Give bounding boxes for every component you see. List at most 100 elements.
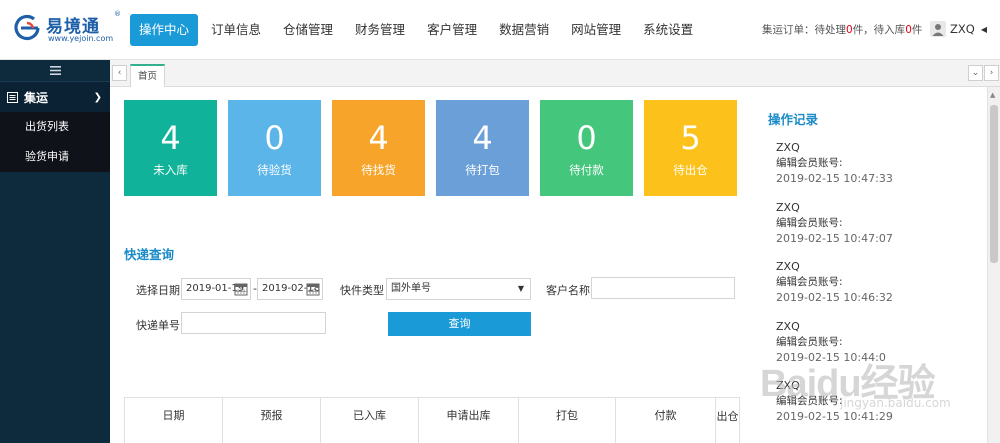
stats-table: 日期 预报 已入库 申请出库 打包 付款 出仓 (124, 397, 740, 443)
tab-dropdown[interactable]: ⌄ (968, 65, 983, 81)
record-action: 编辑会员账号: (776, 336, 843, 348)
nav-finance[interactable]: 财务管理 (346, 14, 414, 46)
type-select[interactable]: 国外单号 ▼ (386, 278, 531, 300)
user-name: ZXQ (950, 22, 975, 36)
nav-website[interactable]: 网站管理 (562, 14, 630, 46)
query-button[interactable]: 查询 (388, 312, 531, 336)
stat-label: 待付款 (569, 163, 604, 177)
type-label: 快件类型 (340, 284, 384, 297)
stat-card-pending-payment[interactable]: 0 待付款 (540, 100, 633, 196)
table-header-forecast: 预报 (223, 398, 321, 443)
express-query-title: 快递查询 (124, 247, 175, 262)
table-header-date: 日期 (125, 398, 223, 443)
record-user: ZXQ (776, 260, 800, 273)
nav-customer[interactable]: 客户管理 (418, 14, 486, 46)
user-menu[interactable]: ZXQ ◀ (930, 20, 987, 38)
stat-card-pending-packing[interactable]: 4 待打包 (436, 100, 529, 196)
nav-operation-center[interactable]: 操作中心 (130, 14, 199, 46)
operation-records-title: 操作记录 (768, 112, 819, 127)
watermark-url: jingyan.baidu.com (840, 396, 951, 410)
stat-label: 待验货 (257, 163, 292, 177)
tab-scroll-right[interactable]: › (984, 65, 999, 81)
record-user: ZXQ (776, 201, 800, 214)
customer-label: 客户名称 (546, 284, 590, 297)
stat-card-pending-locate[interactable]: 4 待找货 (332, 100, 425, 196)
stat-card-pending-inspection[interactable]: 0 待验货 (228, 100, 321, 196)
table-header-apply-outbound: 申请出库 (419, 398, 519, 443)
record-time: 2019-02-15 10:47:33 (776, 172, 893, 185)
record-user: ZXQ (776, 141, 800, 154)
order-status-prefix: 集运订单：待处理 (762, 24, 846, 36)
stat-label: 待打包 (465, 163, 500, 177)
stat-value: 4 (472, 119, 493, 157)
nav-order-info[interactable]: 订单信息 (202, 14, 270, 46)
main-nav: 操作中心 订单信息 仓储管理 财务管理 客户管理 数据营销 网站管理 系统设置 (130, 14, 706, 46)
date-label: 选择日期 (136, 284, 180, 297)
tab-scroll-left[interactable]: ‹ (112, 65, 127, 81)
calendar-icon (306, 283, 320, 296)
logo[interactable]: 易境通 ® www.yejoin.com (12, 10, 121, 48)
customer-input[interactable] (591, 277, 735, 299)
logo-url: www.yejoin.com (48, 34, 114, 43)
operation-record: ZXQ 编辑会员账号: 2019-02-15 10:47:07 (776, 200, 976, 247)
stat-label: 待出仓 (673, 163, 708, 177)
scrollbar-thumb[interactable] (990, 105, 998, 263)
order-status-mid: 件，待入库 (852, 24, 906, 36)
vertical-scrollbar[interactable]: ▲ (987, 87, 1000, 443)
operation-record: ZXQ 编辑会员账号: 2019-02-15 10:46:32 (776, 259, 976, 306)
table-header-packing: 打包 (519, 398, 616, 443)
stat-value: 0 (576, 119, 597, 157)
record-user: ZXQ (776, 320, 800, 333)
baidu-watermark: Baidu经验 jingyan.baidu.com (760, 352, 990, 432)
menu-icon (49, 66, 61, 75)
pending-count: 0 (846, 24, 853, 36)
record-action: 编辑会员账号: (776, 276, 843, 288)
order-status-suffix: 件 (911, 24, 923, 36)
tracking-label: 快递单号 (136, 319, 180, 332)
record-action: 编辑会员账号: (776, 157, 843, 169)
record-time: 2019-02-15 10:47:07 (776, 232, 893, 245)
sidebar-toggle[interactable] (0, 60, 110, 82)
sidebar-group-consolidation[interactable]: 集运 ❯ (0, 82, 110, 112)
sidebar-item-inspection-request[interactable]: 验货申请 (0, 142, 110, 172)
chevron-right-icon: › (989, 68, 994, 78)
chevron-left-icon: ‹ (117, 68, 122, 78)
nav-warehouse[interactable]: 仓储管理 (274, 14, 342, 46)
table-header-outbound: 出仓 (716, 410, 739, 423)
operation-record: ZXQ 编辑会员账号: 2019-02-15 10:47:33 (776, 140, 976, 187)
sidebar-item-shipment-list[interactable]: 出货列表 (0, 112, 110, 142)
tab-strip: ‹ 首页 ⌄ › (110, 60, 1000, 87)
record-time: 2019-02-15 10:46:32 (776, 291, 893, 304)
stat-value: 4 (160, 119, 181, 157)
stat-value: 0 (264, 119, 285, 157)
logo-registered-mark: ® (114, 10, 121, 18)
date-to-input[interactable]: 2019-02-18 (257, 278, 323, 300)
app-window: 易境通 ® www.yejoin.com 操作中心 订单信息 仓储管理 财务管理… (0, 0, 1000, 443)
table-header-inbound: 已入库 (321, 398, 419, 443)
scroll-up-icon: ▲ (990, 91, 996, 99)
inbound-count: 0 (905, 24, 912, 36)
calendar-icon (234, 283, 248, 296)
stat-value: 4 (368, 119, 389, 157)
list-icon (7, 91, 18, 103)
dropdown-arrow-icon: ▼ (517, 284, 524, 293)
tab-home[interactable]: 首页 (130, 64, 166, 87)
type-select-value: 国外单号 (391, 283, 431, 294)
user-avatar-icon (930, 21, 946, 37)
nav-system-settings[interactable]: 系统设置 (634, 14, 702, 46)
stat-card-pending-outbound[interactable]: 5 待出仓 (644, 100, 737, 196)
stat-label: 待找货 (361, 163, 396, 177)
order-status[interactable]: 集运订单：待处理0件，待入库0件 (762, 22, 922, 37)
sidebar-group-label: 集运 (24, 90, 49, 105)
sidebar: 集运 ❯ 出货列表 验货申请 (0, 60, 110, 443)
date-from-input[interactable]: 2019-01-19 (181, 278, 251, 300)
table-header-payment: 付款 (616, 398, 716, 443)
chevron-down-icon: ⌄ (971, 68, 980, 78)
caret-left-icon: ◀ (980, 24, 987, 34)
top-bar: 易境通 ® www.yejoin.com 操作中心 订单信息 仓储管理 财务管理… (0, 0, 1000, 60)
record-action: 编辑会员账号: (776, 217, 843, 229)
logo-e-icon (14, 14, 40, 41)
stat-card-not-inbound[interactable]: 4 未入库 (124, 100, 217, 196)
nav-data-marketing[interactable]: 数据营销 (490, 14, 558, 46)
tracking-input[interactable] (181, 312, 326, 334)
